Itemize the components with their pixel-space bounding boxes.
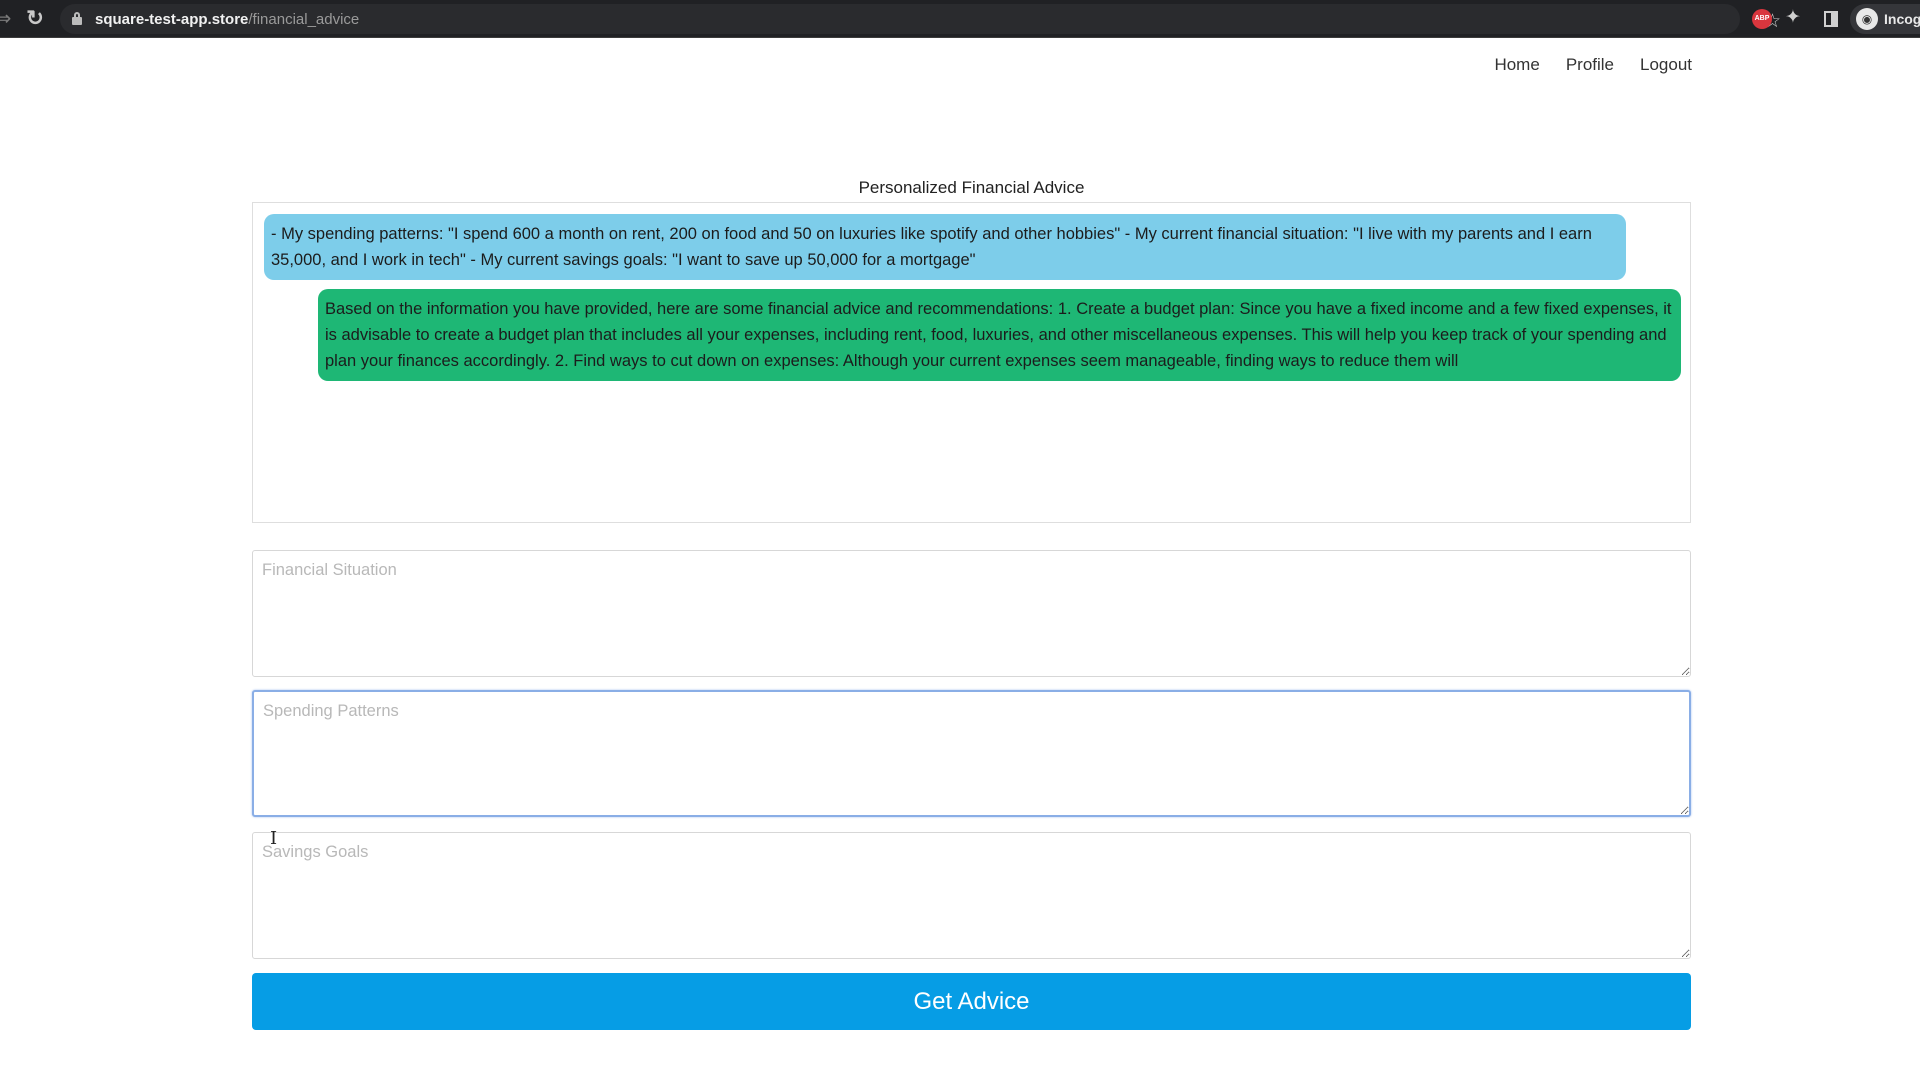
incognito-icon: ◉ [1856,8,1878,30]
assistant-message: Based on the information you have provid… [318,289,1681,381]
lock-icon[interactable] [72,12,82,25]
spending-patterns-input[interactable] [252,690,1691,817]
url-host: square-test-app.store [95,11,249,28]
adblock-extension-icon[interactable]: ABP [1752,9,1772,29]
page-title: Personalized Financial Advice [858,178,1085,197]
get-advice-button[interactable]: Get Advice [252,973,1691,1030]
browser-toolbar: ⇒ ↻ square-test-app.store/financial_advi… [0,0,1920,38]
url-path: /financial_advice [248,11,360,28]
url-text[interactable]: square-test-app.store/financial_advice [95,11,359,28]
savings-goals-input[interactable] [252,832,1691,959]
extensions-puzzle-icon[interactable]: ✦ [1785,5,1801,31]
side-panel-icon[interactable] [1824,11,1838,27]
nav-home-link[interactable]: Home [1494,55,1539,75]
top-nav: Home Profile Logout [1494,55,1692,75]
profile-label: Incog [1884,11,1920,27]
nav-logout-link[interactable]: Logout [1640,55,1692,75]
mouse-ibeam-cursor-icon: I [270,828,278,849]
reload-icon[interactable]: ↻ [22,6,48,32]
chat-history[interactable]: - My spending patterns: "I spend 600 a m… [252,202,1691,523]
forward-arrow-icon[interactable]: ⇒ [0,6,16,32]
nav-profile-link[interactable]: Profile [1566,55,1614,75]
profile-button[interactable]: ◉ Incog [1850,4,1920,34]
address-bar[interactable]: square-test-app.store/financial_advice ☆ [60,4,1781,34]
financial-situation-input[interactable] [252,550,1691,677]
user-message: - My spending patterns: "I spend 600 a m… [264,214,1626,280]
